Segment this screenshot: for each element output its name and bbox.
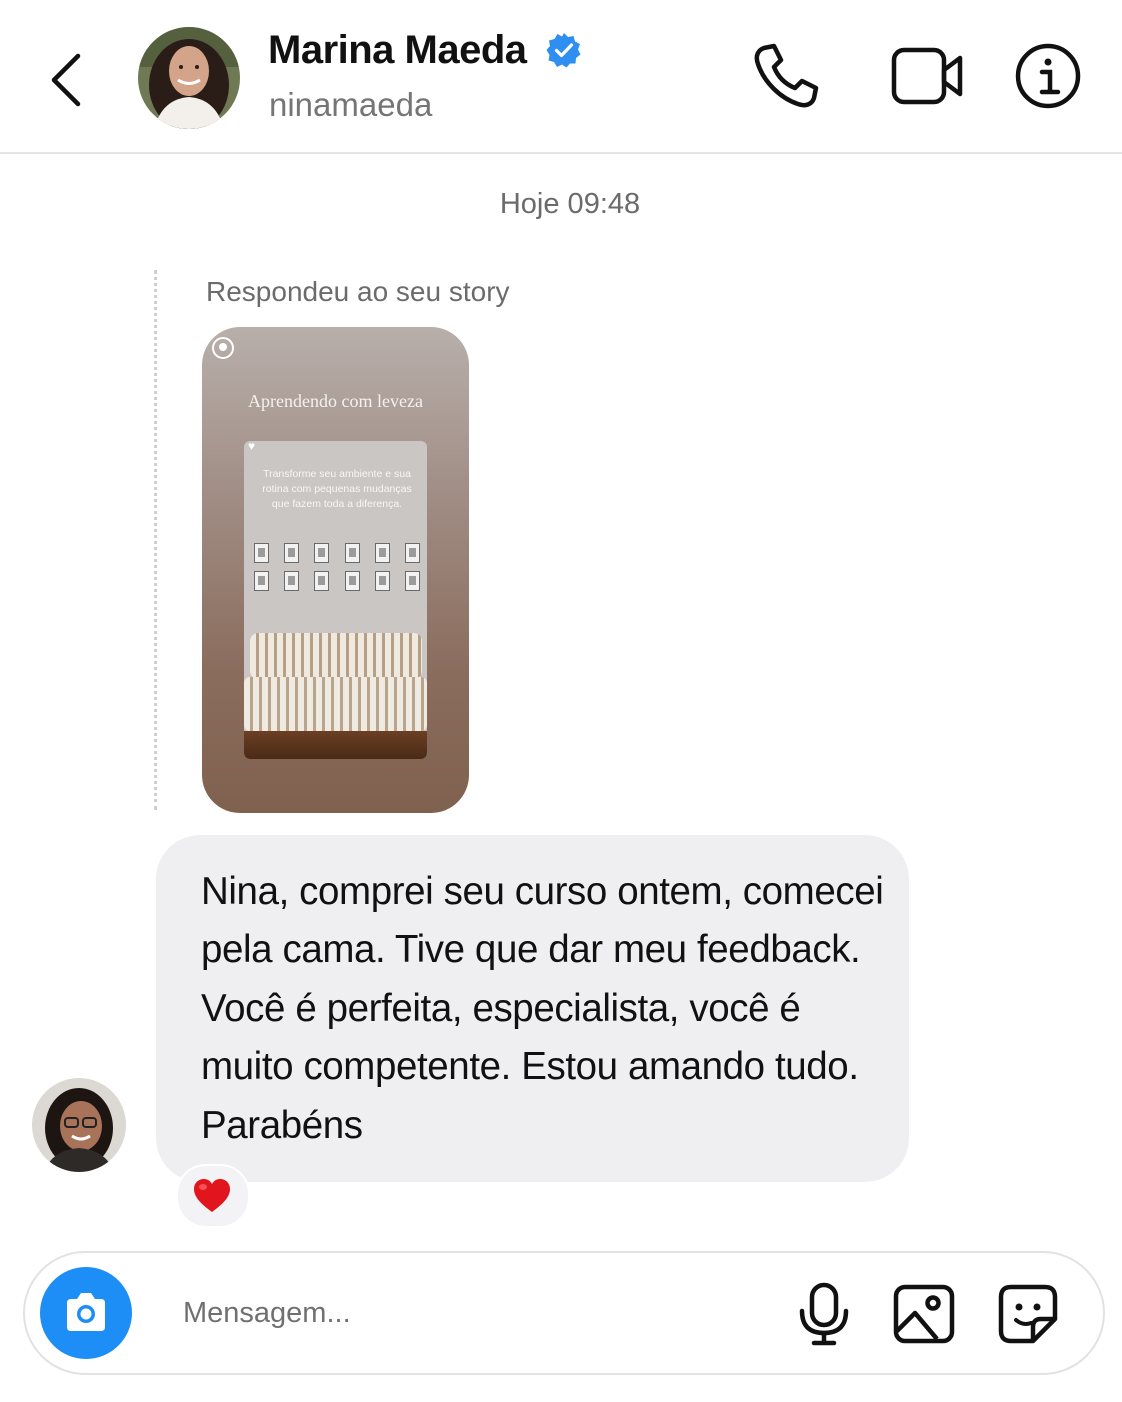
microphone-icon (799, 1282, 849, 1346)
message-composer (23, 1251, 1105, 1375)
story-reply-label: Respondeu ao seu story (206, 276, 510, 307)
reply-divider (154, 270, 157, 810)
contact-avatar[interactable] (138, 27, 240, 129)
back-arrow-icon (51, 53, 81, 107)
gallery-icon (893, 1284, 955, 1344)
heart-icon: ♥ (248, 441, 256, 453)
verified-badge-icon (546, 32, 582, 68)
message-reaction[interactable] (176, 1164, 250, 1228)
camera-icon (67, 1293, 105, 1331)
story-image: ♥ Transforme seu ambiente e sua rotina c… (244, 441, 427, 759)
message-text: Nina, comprei seu curso ontem, comecei p… (201, 870, 884, 1147)
camera-button[interactable] (40, 1267, 132, 1359)
contact-name[interactable]: Marina Maeda (268, 28, 527, 73)
back-button[interactable] (40, 44, 96, 116)
info-button[interactable] (1012, 40, 1084, 112)
chat-timestamp: Hoje 09:48 (499, 188, 641, 220)
contact-username[interactable]: ninamaeda (269, 86, 432, 124)
phone-icon (754, 43, 819, 108)
story-text: Transforme seu ambiente e sua rotina com… (262, 468, 412, 510)
gallery-button[interactable] (891, 1281, 957, 1347)
call-button[interactable] (750, 40, 822, 112)
heart-reaction-icon (194, 1179, 230, 1212)
video-call-button[interactable] (888, 40, 963, 112)
sticker-button[interactable] (995, 1281, 1061, 1347)
info-icon (1015, 43, 1081, 109)
video-camera-icon (891, 47, 963, 105)
chat-header: Marina Maeda ninamaeda (0, 0, 1122, 154)
story-preview[interactable]: Aprendendo com leveza ♥ Transforme seu a… (202, 327, 469, 813)
sender-avatar[interactable] (32, 1078, 126, 1172)
sticker-icon (998, 1284, 1058, 1344)
sofa (250, 633, 422, 679)
message-input[interactable] (183, 1291, 763, 1335)
story-title: Aprendendo com leveza (248, 391, 423, 411)
wall-frames (254, 543, 420, 599)
message-bubble[interactable]: Nina, comprei seu curso ontem, comecei p… (156, 835, 909, 1182)
voice-message-button[interactable] (791, 1281, 857, 1347)
story-indicator-icon (212, 337, 234, 359)
